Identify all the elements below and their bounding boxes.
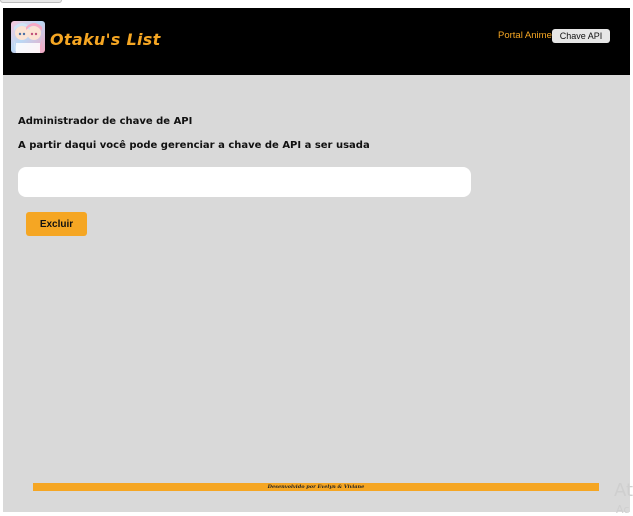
activation-watermark: At bbox=[614, 480, 633, 501]
anime-characters-logo-icon[interactable] bbox=[11, 21, 45, 53]
nav-button-api-key[interactable]: Chave API bbox=[552, 29, 610, 43]
browser-tab-stub bbox=[0, 0, 62, 3]
footer-credit-bar: Desenvolvido por Evelyn & Viviane bbox=[33, 483, 599, 491]
site-header: Otaku's List Portal Anime Chave API bbox=[3, 8, 630, 75]
footer-credit-text: Desenvolvido por Evelyn & Viviane bbox=[267, 484, 365, 490]
activation-watermark-subtext: Ac bbox=[616, 503, 630, 516]
page-title: Administrador de chave de API bbox=[18, 116, 193, 127]
delete-api-key-button[interactable]: Excluir bbox=[26, 212, 87, 236]
api-key-input[interactable] bbox=[18, 167, 471, 197]
page-description: A partir daqui você pode gerenciar a cha… bbox=[18, 140, 370, 151]
api-key-admin-panel: Administrador de chave de API A partir d… bbox=[3, 75, 630, 512]
nav-link-portal-anime[interactable]: Portal Anime bbox=[498, 30, 552, 41]
brand-title[interactable]: Otaku's List bbox=[50, 30, 161, 49]
